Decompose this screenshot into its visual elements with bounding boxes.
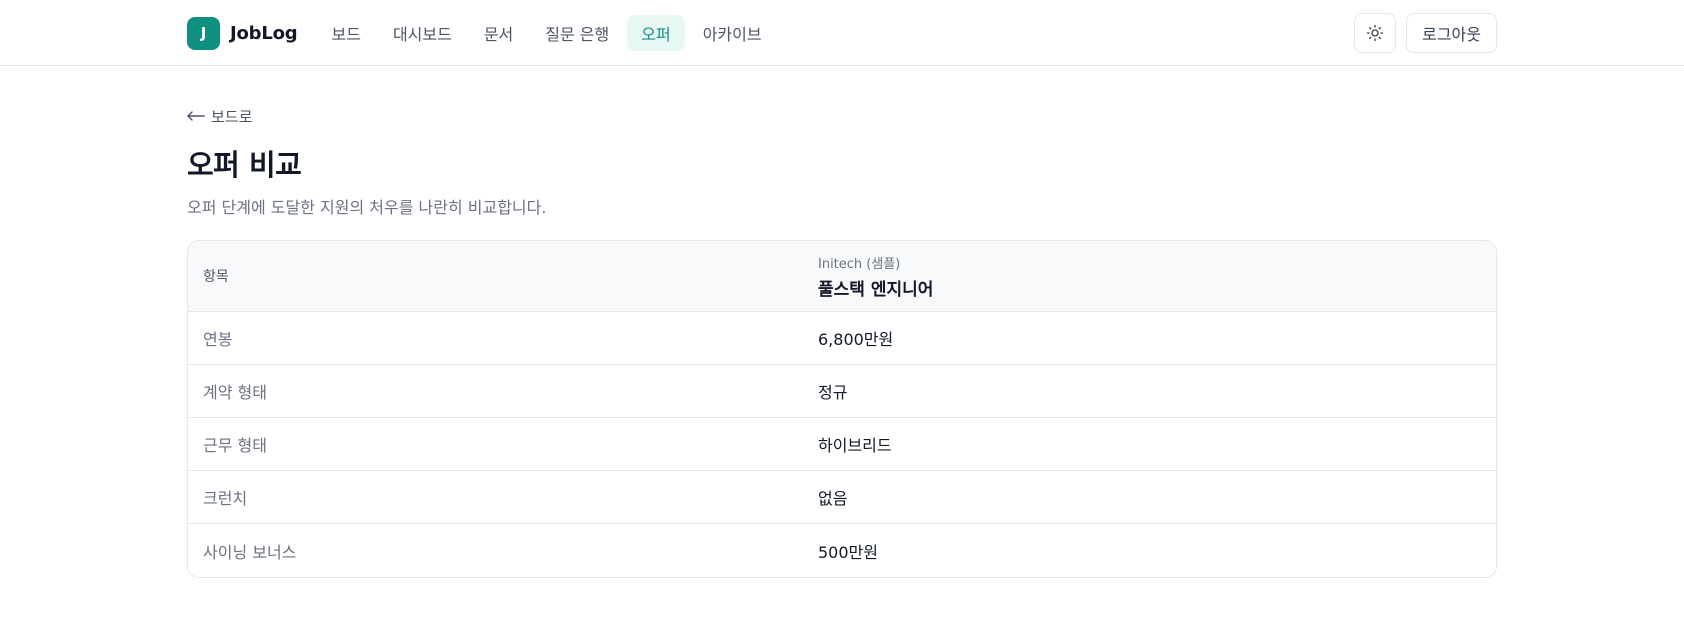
row-value: 없음 [818,489,848,508]
nav-item-dashboard[interactable]: 대시보드 [379,15,466,51]
arrow-left-icon [187,111,205,121]
offer-company: Initech (샘플) [818,256,901,272]
offer-comparison-table: 항목 Initech (샘플) 풀스택 엔지니어 연봉 6,800만원 계약 형… [187,240,1497,578]
main-content: 보드로 오퍼 비교 오퍼 단계에 도달한 지원의 처우를 나란히 비교합니다. … [187,104,1497,578]
nav-item-archive[interactable]: 아카이브 [689,15,776,51]
theme-toggle-button[interactable] [1354,13,1397,53]
row-label: 사이닝 보너스 [203,542,297,562]
top-navigation-inner: J JobLog 보드 대시보드 문서 질문 은행 오퍼 아카이브 로그아웃 [187,0,1497,66]
row-label: 연봉 [203,330,233,349]
header-label-cell: 항목 [188,241,818,311]
offer-position: 풀스택 엔지니어 [818,279,934,300]
page-title: 오퍼 비교 [187,148,302,182]
brand-name[interactable]: JobLog [230,23,298,44]
header-label: 항목 [203,269,229,285]
nav-item-documents[interactable]: 문서 [470,15,527,51]
table-row-work-type: 근무 형태 하이브리드 [188,418,1496,471]
table-row-crunch: 크런치 없음 [188,471,1496,524]
row-label: 근무 형태 [203,436,267,455]
back-to-board-link[interactable]: 보드로 [187,104,252,128]
row-value: 하이브리드 [818,436,892,455]
sun-icon [1366,24,1384,42]
table-row-contract-type: 계약 형태 정규 [188,365,1496,418]
main-nav: 보드 대시보드 문서 질문 은행 오퍼 아카이브 [317,15,775,51]
nav-item-offers[interactable]: 오퍼 [627,15,685,51]
page-description: 오퍼 단계에 도달한 지원의 처우를 나란히 비교합니다. [187,198,547,217]
header-offer-cell: Initech (샘플) 풀스택 엔지니어 [818,241,1496,311]
app-logo[interactable]: J [187,16,220,50]
row-value: 정규 [818,383,848,402]
row-label: 크런치 [203,489,248,508]
row-value: 500만원 [818,542,878,562]
table-header-row: 항목 Initech (샘플) 풀스택 엔지니어 [188,241,1496,312]
row-label: 계약 형태 [203,383,267,402]
table-row-signing-bonus: 사이닝 보너스 500만원 [188,524,1496,577]
back-link-label: 보드로 [211,107,253,126]
logout-button[interactable]: 로그아웃 [1406,13,1497,53]
header-actions: 로그아웃 [1354,13,1497,53]
nav-item-board[interactable]: 보드 [317,15,374,51]
row-value: 6,800만원 [818,330,894,349]
top-navigation-bar: J JobLog 보드 대시보드 문서 질문 은행 오퍼 아카이브 로그아웃 [0,0,1684,66]
nav-item-question-bank[interactable]: 질문 은행 [531,15,623,51]
offer-header: Initech (샘플) 풀스택 엔지니어 [818,253,933,300]
table-row-salary: 연봉 6,800만원 [188,312,1496,365]
